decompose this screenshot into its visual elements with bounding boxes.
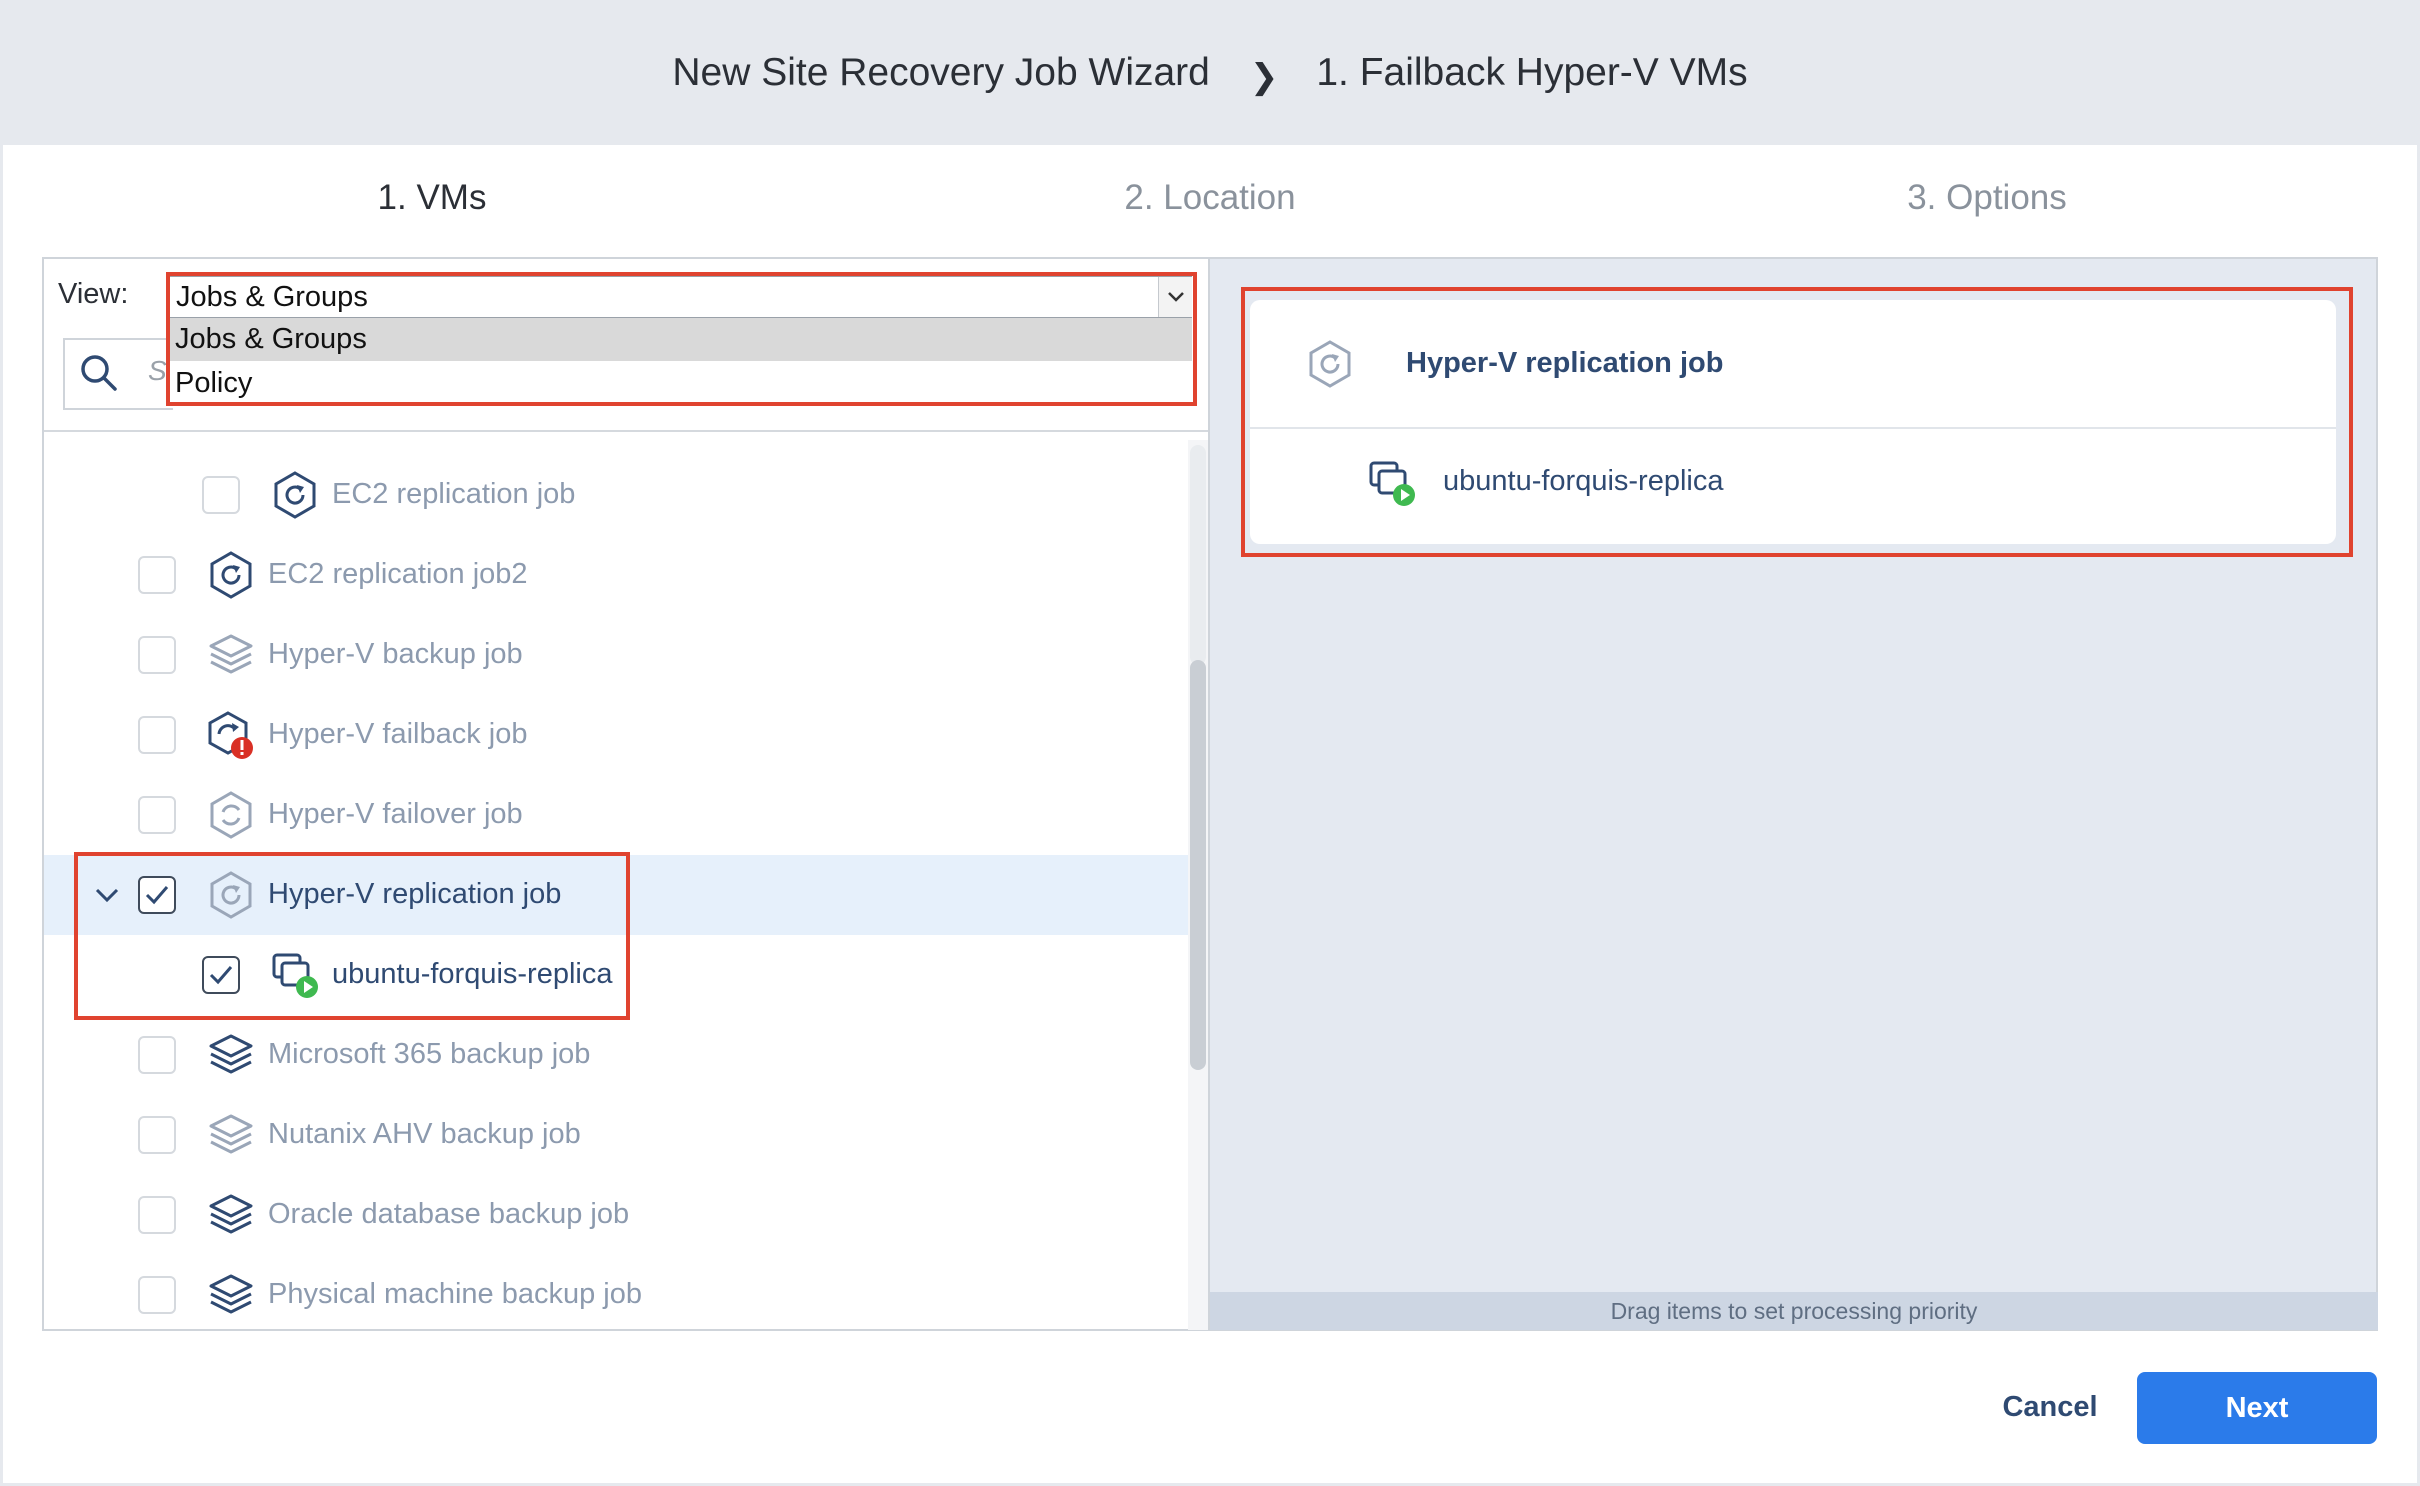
tree-item-label: Hyper-V failback job bbox=[268, 718, 528, 750]
tree-item-label: EC2 replication job2 bbox=[268, 558, 528, 590]
tree-item-label: Physical machine backup job bbox=[268, 1278, 642, 1310]
checkbox[interactable] bbox=[138, 1196, 176, 1234]
search-placeholder: S bbox=[148, 355, 167, 386]
checkbox[interactable] bbox=[138, 1036, 176, 1074]
wizard-title-bar: New Site Recovery Job Wizard ❯ 1. Failba… bbox=[0, 0, 2420, 145]
checkbox[interactable] bbox=[138, 636, 176, 674]
tree-row[interactable]: Oracle database backup job bbox=[44, 1175, 1190, 1255]
checkbox[interactable] bbox=[138, 716, 176, 754]
tree-row[interactable]: Nutanix AHV backup job bbox=[44, 1095, 1190, 1175]
step-tab-vms[interactable]: 1. VMs bbox=[182, 178, 682, 228]
tree-divider bbox=[44, 430, 1208, 432]
annotation-highlight-tree-selection bbox=[74, 852, 630, 1020]
wizard-title: New Site Recovery Job Wizard bbox=[672, 50, 1210, 94]
tree-row[interactable]: EC2 replication job2 bbox=[44, 535, 1190, 615]
tree-row[interactable]: EC2 replication job bbox=[44, 455, 1190, 535]
backup-layers-icon bbox=[209, 1194, 253, 1234]
backup-layers-icon bbox=[209, 634, 253, 674]
failover-hexagon-icon bbox=[210, 791, 252, 839]
tree-item-label: Hyper-V failover job bbox=[268, 798, 523, 830]
replication-hexagon-icon bbox=[210, 551, 252, 599]
view-label: View: bbox=[58, 278, 129, 310]
tree-row[interactable]: Hyper-V failover job bbox=[44, 775, 1190, 855]
checkbox[interactable] bbox=[138, 796, 176, 834]
tree-scrollbar-thumb[interactable] bbox=[1190, 660, 1206, 1070]
tree-row[interactable]: Hyper-V backup job bbox=[44, 615, 1190, 695]
drag-hint-text: Drag items to set processing priority bbox=[1610, 1298, 1978, 1324]
checkbox[interactable] bbox=[138, 1116, 176, 1154]
cancel-button[interactable]: Cancel bbox=[1980, 1371, 2120, 1443]
step-tab-options[interactable]: 3. Options bbox=[1737, 178, 2237, 228]
breadcrumb-separator-icon: ❯ bbox=[1249, 57, 1279, 96]
next-button[interactable]: Next bbox=[2137, 1372, 2377, 1444]
tree-item-label: Oracle database backup job bbox=[268, 1198, 630, 1230]
tree-item-label: Nutanix AHV backup job bbox=[268, 1118, 581, 1150]
tree-scrollbar-track-upper bbox=[1190, 445, 1206, 665]
backup-layers-icon bbox=[209, 1274, 253, 1314]
tree-item-label: Microsoft 365 backup job bbox=[268, 1038, 591, 1070]
tree-row[interactable]: Hyper-V failback job bbox=[44, 695, 1190, 775]
annotation-highlight-selected-panel bbox=[1241, 287, 2353, 557]
tree-row[interactable]: Physical machine backup job bbox=[44, 1255, 1190, 1327]
frame-left bbox=[0, 0, 3, 1486]
checkbox[interactable] bbox=[138, 556, 176, 594]
step-tab-location[interactable]: 2. Location bbox=[960, 178, 1460, 228]
tree-item-label: EC2 replication job bbox=[332, 478, 576, 510]
replication-hexagon-icon bbox=[274, 471, 316, 519]
checkbox[interactable] bbox=[202, 476, 240, 514]
checkbox[interactable] bbox=[138, 1276, 176, 1314]
backup-layers-icon bbox=[209, 1034, 253, 1074]
search-icon bbox=[81, 355, 117, 391]
failback-error-icon bbox=[208, 711, 253, 759]
wizard-step-title: 1. Failback Hyper-V VMs bbox=[1316, 50, 1748, 94]
backup-layers-icon bbox=[209, 1114, 253, 1154]
annotation-highlight-dropdown bbox=[166, 272, 1197, 406]
tree-item-label: Hyper-V backup job bbox=[268, 638, 523, 670]
tree-row[interactable]: Microsoft 365 backup job bbox=[44, 1015, 1190, 1095]
